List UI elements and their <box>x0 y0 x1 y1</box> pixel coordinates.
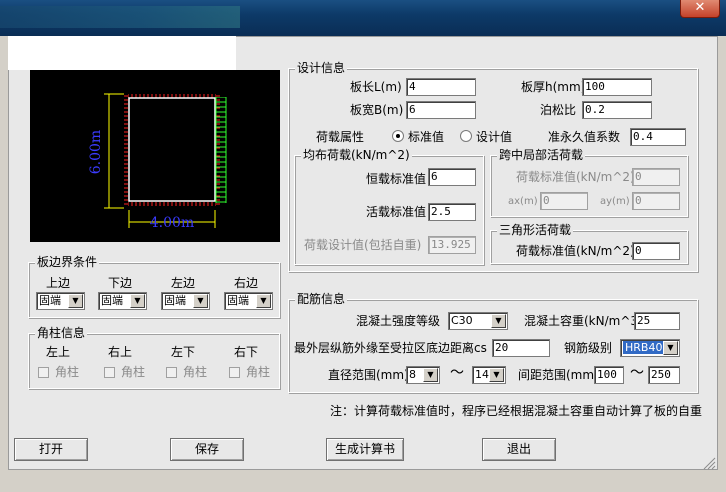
spacing-max-input[interactable]: 250 <box>648 366 680 384</box>
live-load-label: 活载标准值 <box>366 205 427 219</box>
plate-outline <box>128 97 216 202</box>
midspan-load-title: 跨中局部活荷载 <box>497 148 586 162</box>
chevron-down-icon[interactable]: ▼ <box>663 341 678 355</box>
chevron-down-icon[interactable]: ▼ <box>130 294 145 308</box>
design-title: 设计信息 <box>295 61 348 75</box>
boundary-title: 板边界条件 <box>35 255 100 269</box>
concrete-density-input[interactable]: 25 <box>634 312 680 330</box>
chevron-down-icon[interactable]: ▼ <box>491 314 506 328</box>
cover-distance-label: 最外层纵筋外缘至受拉区底边距离cs <box>294 341 487 355</box>
open-button[interactable]: 打开 <box>14 438 88 461</box>
spacing-range-label: 间距范围(mm) <box>518 368 599 382</box>
right-support-hatch <box>216 97 226 203</box>
corner-bottom-left-check-label: 角柱 <box>183 365 208 379</box>
concrete-grade-label: 混凝土强度等级 <box>356 314 441 328</box>
plate-drawing: 6.00m 4.00m <box>88 93 227 231</box>
length-input[interactable]: 4 <box>406 78 476 96</box>
bottom-edge-hatch <box>128 202 216 206</box>
exit-button[interactable]: 退出 <box>482 438 556 461</box>
plate-preview: 6.00m 4.00m <box>30 70 280 242</box>
triangle-std-input[interactable]: 0 <box>632 242 680 260</box>
dead-load-label: 恒载标准值 <box>366 172 427 186</box>
midspan-std-label: 荷载标准值(kN/m^2) <box>516 170 635 184</box>
spacing-min-input[interactable]: 100 <box>594 366 624 384</box>
thickness-input[interactable]: 100 <box>582 78 652 96</box>
steel-grade-label: 钢筋级别 <box>564 341 613 355</box>
save-button[interactable]: 保存 <box>170 438 244 461</box>
dead-load-input[interactable]: 6 <box>428 168 476 186</box>
triangle-std-label: 荷载标准值(kN/m^2) <box>516 244 635 258</box>
boundary-bottom-label: 下边 <box>108 276 133 290</box>
corner-bottom-left-label: 左下 <box>171 345 196 359</box>
corner-group: 角柱信息 <box>28 326 280 389</box>
diameter-range-separator: ～ <box>450 365 464 381</box>
diameter-min-select[interactable]: 8 ▼ <box>406 366 440 384</box>
live-load-input[interactable]: 2.5 <box>428 203 476 221</box>
ay-input[interactable]: 0 <box>632 192 680 210</box>
corner-bottom-left-checkbox[interactable] <box>166 367 177 378</box>
width-dimension: 4.00m <box>150 215 194 231</box>
corner-top-left-check-label: 角柱 <box>55 365 80 379</box>
left-edge-hatch <box>124 94 128 206</box>
ax-label: ax(m) <box>508 196 538 207</box>
generate-report-button[interactable]: 生成计算书 <box>326 438 404 461</box>
blank-area <box>8 36 236 70</box>
diameter-range-label: 直径范围(mm) <box>328 368 409 382</box>
chevron-down-icon[interactable]: ▼ <box>68 294 83 308</box>
design-value-radio[interactable] <box>460 130 472 142</box>
poisson-label: 泊松比 <box>540 103 577 117</box>
corner-bottom-right-check-label: 角柱 <box>246 365 271 379</box>
midspan-std-input[interactable]: 0 <box>632 168 680 186</box>
corner-top-left-label: 左上 <box>46 345 71 359</box>
poisson-input[interactable]: 0.2 <box>582 101 652 119</box>
corner-bottom-right-label: 右下 <box>234 345 259 359</box>
design-load-field: 13.925 <box>428 236 476 254</box>
boundary-right-select[interactable]: 固端 ▼ <box>224 292 273 310</box>
design-value-label: 设计值 <box>476 130 513 144</box>
standard-value-label: 标准值 <box>408 130 445 144</box>
chevron-down-icon[interactable]: ▼ <box>193 294 208 308</box>
width-label: 板宽B(m) <box>350 103 404 117</box>
chevron-down-icon[interactable]: ▼ <box>256 294 271 308</box>
close-button[interactable]: ✕ <box>680 0 720 18</box>
cover-distance-input[interactable]: 20 <box>492 339 550 357</box>
boundary-left-select[interactable]: 固端 ▼ <box>161 292 210 310</box>
ay-label: ay(m) <box>600 196 630 207</box>
height-dimension: 6.00m <box>88 130 104 174</box>
title-bar <box>0 0 726 36</box>
chevron-down-icon[interactable]: ▼ <box>489 368 504 382</box>
boundary-top-label: 上边 <box>46 276 71 290</box>
self-weight-note: 注：计算荷载标准值时，程序已经根据混凝土容重自动计算了板的自重 <box>330 404 703 418</box>
triangle-load-title: 三角形活荷载 <box>497 223 574 237</box>
quasi-permanent-label: 准永久值系数 <box>548 130 621 144</box>
standard-value-radio[interactable] <box>392 130 404 142</box>
boundary-right-label: 右边 <box>234 276 259 290</box>
boundary-top-select[interactable]: 固端 ▼ <box>36 292 85 310</box>
corner-title: 角柱信息 <box>35 326 88 340</box>
boundary-left-label: 左边 <box>171 276 196 290</box>
corner-top-right-checkbox[interactable] <box>104 367 115 378</box>
spacing-range-separator: ～ <box>630 365 644 381</box>
boundary-bottom-select[interactable]: 固端 ▼ <box>98 292 147 310</box>
concrete-density-label: 混凝土容重(kN/m^3) <box>524 314 643 328</box>
length-label: 板长L(m) <box>350 80 402 94</box>
width-input[interactable]: 6 <box>406 101 476 119</box>
steel-grade-select[interactable]: HRB400 ▼ <box>620 339 680 357</box>
chevron-down-icon[interactable]: ▼ <box>423 368 438 382</box>
diameter-max-select[interactable]: 14 ▼ <box>472 366 506 384</box>
load-attribute-label: 荷载属性 <box>316 130 365 144</box>
design-load-label: 荷载设计值(包括自重) <box>304 238 422 252</box>
uniform-load-title: 均布荷载(kN/m^2) <box>301 148 412 162</box>
corner-bottom-right-checkbox[interactable] <box>229 367 240 378</box>
concrete-grade-select[interactable]: C30 ▼ <box>448 312 508 330</box>
corner-top-right-check-label: 角柱 <box>121 365 146 379</box>
corner-top-right-label: 右上 <box>108 345 133 359</box>
corner-top-left-checkbox[interactable] <box>38 367 49 378</box>
quasi-permanent-input[interactable]: 0.4 <box>630 128 686 146</box>
rebar-title: 配筋信息 <box>295 292 348 306</box>
thickness-label: 板厚h(mm) <box>521 80 586 94</box>
ax-input[interactable]: 0 <box>540 192 588 210</box>
resize-grip-icon[interactable] <box>702 456 716 470</box>
